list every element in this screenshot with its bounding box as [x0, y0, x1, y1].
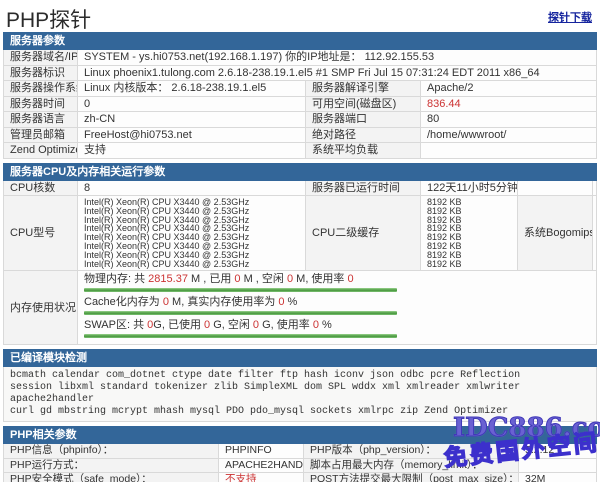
page-title: PHP探针 [6, 4, 91, 34]
label-server-domain: 服务器域名/IP地址 [4, 50, 78, 66]
section-title-server-params: 服务器参数 [4, 33, 597, 50]
value-memory-limit [519, 458, 597, 473]
label-server-os: 服务器操作系统 [4, 81, 78, 97]
section-title-cpu-memory: 服务器CPU及内存相关运行参数 [4, 163, 597, 180]
table-row: 服务器语言 zh-CN 服务器端口 80 [4, 112, 597, 128]
label-cpu-l2cache: CPU二级缓存 [306, 196, 421, 271]
modules-list: bcmath calendar com_dotnet ctype date fi… [4, 367, 597, 422]
label-server-engine: 服务器解译引擎 [306, 81, 421, 97]
value-server-lang: zh-CN [78, 112, 306, 128]
label-server-lang: 服务器语言 [4, 112, 78, 128]
value-cpu-l2cache-lines: 8192 KB 8192 KB 8192 KB 8192 KB 8192 KB … [427, 198, 511, 268]
label-memory-limit: 脚本占用最大内存（memory_limit）： [304, 458, 519, 473]
value-phpinfo: PHPINFO [219, 444, 304, 459]
page-header: PHP探针 探针下载 [0, 0, 600, 32]
table-row: 服务器标识 Linux phoenix1.tulong.com 2.6.18-2… [4, 65, 597, 81]
label-server-port: 服务器端口 [306, 112, 421, 128]
table-row: PHP信息（phpinfo）： PHPINFO PHP版本（php_versio… [4, 444, 597, 459]
empty-cell [593, 180, 597, 196]
value-bogomips [593, 196, 597, 271]
label-admin-mail: 管理员邮箱 [4, 127, 78, 143]
section-server-params: 服务器参数 服务器域名/IP地址 SYSTEM - ys.hi0753.net(… [3, 32, 597, 159]
empty-cell [518, 180, 593, 196]
label-cpu-cores: CPU核数 [4, 180, 78, 196]
table-row: 服务器操作系统 Linux 内核版本： 2.6.18-238.19.1.el5 … [4, 81, 597, 97]
table-row: PHP安全模式（safe_mode）： 不支持 POST方法提交最大限制（pos… [4, 473, 597, 482]
label-zend: Zend Optimizer [4, 143, 78, 159]
value-safe-mode: 不支持 [219, 473, 304, 482]
value-server-engine: Apache/2 [421, 81, 597, 97]
label-php-sapi: PHP运行方式： [4, 458, 219, 473]
value-php-version: 5.2.12 [519, 444, 597, 459]
swap-progress-bar [84, 334, 397, 338]
label-post-max-size: POST方法提交最大限制（post_max_size）： [304, 473, 519, 482]
value-server-time: 0 [78, 96, 306, 112]
table-row: 内存使用状况 物理内存: 共 2815.37 M , 已用 0 M , 空闲 0… [4, 271, 597, 345]
label-load-avg: 系统平均负载 [306, 143, 421, 159]
section-title-modules: 已编译模块检测 [4, 350, 597, 367]
table-row: CPU型号 Intel(R) Xeon(R) CPU X3440 @ 2.53G… [4, 196, 597, 271]
physical-memory-progress-bar [84, 288, 397, 292]
cache-memory-line: Cache化内存为 0 M, 真实内存使用率为 0 % [84, 296, 590, 309]
memory-usage-cell: 物理内存: 共 2815.37 M , 已用 0 M , 空闲 0 M, 使用率… [78, 271, 597, 345]
label-phpinfo: PHP信息（phpinfo）： [4, 444, 219, 459]
table-row: 服务器域名/IP地址 SYSTEM - ys.hi0753.net(192.16… [4, 50, 597, 66]
label-uptime: 服务器已运行时间 [306, 180, 421, 196]
value-cpu-model-lines: Intel(R) Xeon(R) CPU X3440 @ 2.53GHz Int… [84, 198, 299, 268]
probe-download-link[interactable]: 探针下载 [548, 9, 592, 25]
section-title-php-params: PHP相关参数 [4, 427, 597, 444]
value-load-avg [421, 143, 597, 159]
value-abs-path: /home/wwwroot/ [421, 127, 597, 143]
label-abs-path: 绝对路径 [306, 127, 421, 143]
value-server-domain: SYSTEM - ys.hi0753.net(192.168.1.197) 你的… [78, 50, 597, 66]
label-server-time: 服务器时间 [4, 96, 78, 112]
table-row: bcmath calendar com_dotnet ctype date fi… [4, 367, 597, 422]
label-memory-usage: 内存使用状况 [4, 271, 78, 345]
table-row: 服务器时间 0 可用空间(磁盘区) 836.44 [4, 96, 597, 112]
value-post-max-size: 32M [519, 473, 597, 482]
value-server-port: 80 [421, 112, 597, 128]
label-php-version: PHP版本（php_version）： [304, 444, 519, 459]
value-server-ident: Linux phoenix1.tulong.com 2.6.18-238.19.… [78, 65, 597, 81]
value-disk-free: 836.44 [421, 96, 597, 112]
label-bogomips: 系统Bogomips [518, 196, 593, 271]
label-disk-free: 可用空间(磁盘区) [306, 96, 421, 112]
physical-memory-line: 物理内存: 共 2815.37 M , 已用 0 M , 空闲 0 M, 使用率… [84, 273, 590, 286]
section-modules: 已编译模块检测 bcmath calendar com_dotnet ctype… [3, 349, 597, 422]
value-admin-mail: FreeHost@hi0753.net [78, 127, 306, 143]
value-uptime: 122天11小时5分钟 [421, 180, 518, 196]
section-cpu-memory: 服务器CPU及内存相关运行参数 CPU核数 8 服务器已运行时间 122天11小… [3, 163, 597, 346]
table-row: CPU核数 8 服务器已运行时间 122天11小时5分钟 [4, 180, 597, 196]
table-row: Zend Optimizer 支持 系统平均负载 [4, 143, 597, 159]
value-server-os: Linux 内核版本： 2.6.18-238.19.1.el5 [78, 81, 306, 97]
table-row: PHP运行方式： APACHE2HANDLER 脚本占用最大内存（memory_… [4, 458, 597, 473]
swap-line: SWAP区: 共 0G, 已使用 0 G, 空闲 0 G, 使用率 0 % [84, 319, 590, 332]
label-server-ident: 服务器标识 [4, 65, 78, 81]
section-php-params: PHP相关参数 PHP信息（phpinfo）： PHPINFO PHP版本（ph… [3, 426, 597, 482]
cache-memory-progress-bar [84, 311, 397, 315]
label-cpu-model: CPU型号 [4, 196, 78, 271]
table-row: 管理员邮箱 FreeHost@hi0753.net 绝对路径 /home/www… [4, 127, 597, 143]
value-zend: 支持 [78, 143, 306, 159]
value-php-sapi: APACHE2HANDLER [219, 458, 304, 473]
value-cpu-cores: 8 [78, 180, 306, 196]
label-safe-mode: PHP安全模式（safe_mode）： [4, 473, 219, 482]
